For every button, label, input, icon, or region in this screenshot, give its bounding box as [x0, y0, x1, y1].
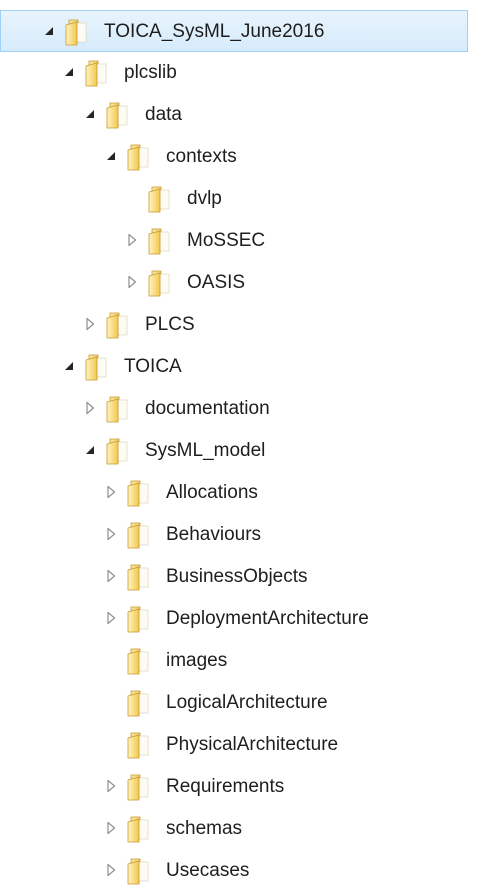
tree-item-label: Behaviours: [166, 524, 262, 545]
tree-item-label: data: [145, 104, 182, 125]
folder-icon: [125, 857, 155, 885]
folder-icon: [125, 647, 155, 675]
tree-item-documentation[interactable]: documentation: [0, 388, 483, 430]
tree-expanded-triangle-icon[interactable]: [61, 64, 77, 80]
tree-item-usecases[interactable]: Usecases: [0, 850, 483, 892]
folder-icon: [125, 521, 155, 549]
tree-item-label: PhysicalArchitecture: [166, 734, 339, 755]
tree-collapsed-triangle-icon[interactable]: [103, 610, 119, 626]
tree-item-deploymentarchitecture[interactable]: DeploymentArchitecture: [0, 598, 483, 640]
tree-item-schemas[interactable]: schemas: [0, 808, 483, 850]
tree-item-label: dvlp: [187, 188, 222, 209]
tree-collapsed-triangle-icon[interactable]: [103, 778, 119, 794]
tree-item-label: BusinessObjects: [166, 566, 308, 587]
folder-icon: [146, 227, 176, 255]
folder-icon: [104, 311, 134, 339]
tree-collapsed-triangle-icon[interactable]: [103, 820, 119, 836]
folder-icon: [125, 731, 155, 759]
tree-item-label: MoSSEC: [187, 230, 266, 251]
tree-collapsed-triangle-icon[interactable]: [124, 232, 140, 248]
folder-icon: [125, 143, 155, 171]
tree-item-label: DeploymentArchitecture: [166, 608, 369, 629]
tree-item-label: plcslib: [124, 62, 177, 83]
tree-item-images[interactable]: images: [0, 640, 483, 682]
folder-icon: [104, 101, 134, 129]
tree-item-plcs[interactable]: PLCS: [0, 304, 483, 346]
folder-icon: [125, 773, 155, 801]
tree-expanded-triangle-icon[interactable]: [41, 23, 57, 39]
tree-item-label: TOICA: [124, 356, 182, 377]
tree-item-allocations[interactable]: Allocations: [0, 472, 483, 514]
tree-item-label: schemas: [166, 818, 243, 839]
tree-item-label: LogicalArchitecture: [166, 692, 328, 713]
tree-item-contexts[interactable]: contexts: [0, 136, 483, 178]
folder-icon: [125, 479, 155, 507]
tree-item-label: OASIS: [187, 272, 246, 293]
tree-item-label: Usecases: [166, 860, 250, 881]
folder-icon: [83, 59, 113, 87]
folder-icon: [125, 689, 155, 717]
tree-collapsed-triangle-icon[interactable]: [82, 400, 98, 416]
tree-collapsed-triangle-icon[interactable]: [82, 316, 98, 332]
tree-expanded-triangle-icon[interactable]: [82, 442, 98, 458]
tree-collapsed-triangle-icon[interactable]: [103, 568, 119, 584]
tree-item-behaviours[interactable]: Behaviours: [0, 514, 483, 556]
tree-collapsed-triangle-icon[interactable]: [103, 484, 119, 500]
folder-icon: [83, 353, 113, 381]
folder-icon: [125, 563, 155, 591]
folder-icon: [125, 815, 155, 843]
folder-icon: [146, 185, 176, 213]
tree-item-physicalarchitecture[interactable]: PhysicalArchitecture: [0, 724, 483, 766]
tree-item-requirements[interactable]: Requirements: [0, 766, 483, 808]
tree-collapsed-triangle-icon[interactable]: [124, 274, 140, 290]
tree-item-label: documentation: [145, 398, 270, 419]
tree-item-label: PLCS: [145, 314, 195, 335]
tree-item-data[interactable]: data: [0, 94, 483, 136]
tree-item-toica[interactable]: TOICA: [0, 346, 483, 388]
tree-expanded-triangle-icon[interactable]: [103, 148, 119, 164]
tree-item-plcslib[interactable]: plcslib: [0, 52, 483, 94]
tree-item-label: contexts: [166, 146, 237, 167]
tree-item-businessobjects[interactable]: BusinessObjects: [0, 556, 483, 598]
folder-icon: [125, 605, 155, 633]
folder-icon: [63, 18, 93, 46]
folder-icon: [146, 269, 176, 297]
tree-collapsed-triangle-icon[interactable]: [103, 862, 119, 878]
tree-item-label: images: [166, 650, 228, 671]
tree-item-toica-sysml-june2016[interactable]: TOICA_SysML_June2016: [0, 10, 468, 52]
tree-item-label: Requirements: [166, 776, 285, 797]
tree-item-mossec[interactable]: MoSSEC: [0, 220, 483, 262]
folder-icon: [104, 437, 134, 465]
tree-expanded-triangle-icon[interactable]: [82, 106, 98, 122]
tree-item-logicalarchitecture[interactable]: LogicalArchitecture: [0, 682, 483, 724]
tree-item-label: SysML_model: [145, 440, 266, 461]
tree-item-oasis[interactable]: OASIS: [0, 262, 483, 304]
tree-item-label: TOICA_SysML_June2016: [104, 21, 325, 42]
tree-collapsed-triangle-icon[interactable]: [103, 526, 119, 542]
folder-icon: [104, 395, 134, 423]
tree-expanded-triangle-icon[interactable]: [61, 358, 77, 374]
tree-item-sysml-model[interactable]: SysML_model: [0, 430, 483, 472]
folder-tree: TOICA_SysML_June2016plcslib data contexts d…: [0, 10, 483, 892]
tree-item-dvlp[interactable]: dvlp: [0, 178, 483, 220]
tree-item-label: Allocations: [166, 482, 258, 503]
